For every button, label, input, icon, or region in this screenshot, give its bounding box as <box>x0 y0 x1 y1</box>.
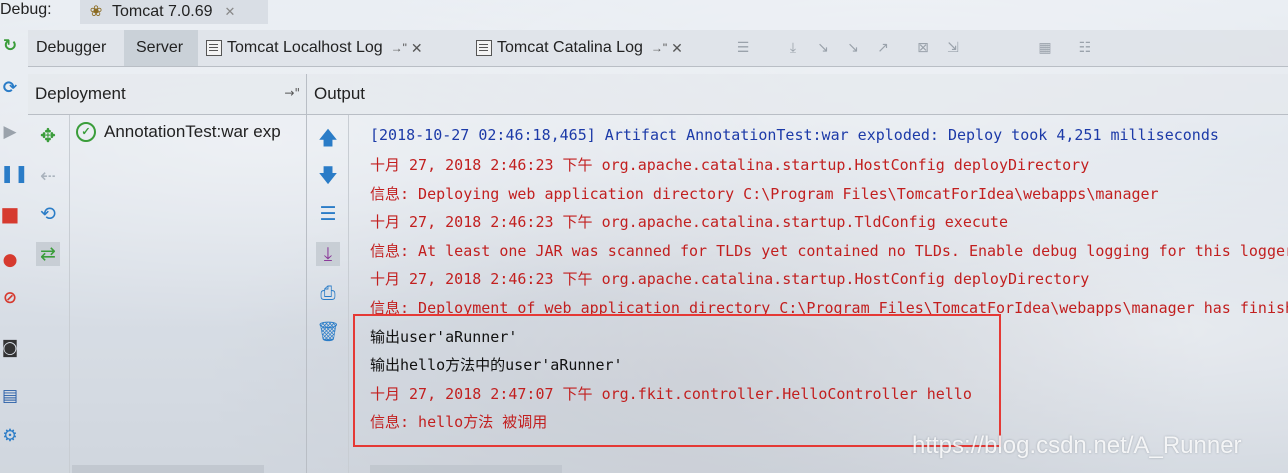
highlight-box <box>353 314 1001 447</box>
console-line: 信息: Deploying web application directory … <box>370 185 1159 203</box>
update-resources-icon[interactable]: ⟲ <box>36 202 60 226</box>
drop-frame-icon[interactable]: ⊠ <box>914 39 932 57</box>
pin-icon[interactable]: →" <box>651 41 667 55</box>
tab-debugger[interactable]: Debugger <box>28 30 130 66</box>
trace-icon[interactable]: ☷ <box>1076 39 1094 57</box>
close-icon[interactable]: ✕ <box>225 4 236 20</box>
artifact-deploy-icon[interactable]: ⇄ <box>36 242 60 266</box>
output-panel-header: Output <box>307 74 1288 115</box>
deployment-panel-header: Deployment →" <box>28 74 306 115</box>
pause-icon[interactable]: ❚❚ <box>0 164 29 184</box>
evaluate-expression-icon[interactable]: ▦ <box>1036 39 1054 57</box>
camera-icon[interactable]: ◙ <box>0 338 20 358</box>
settings-gear-icon[interactable]: ⚙ <box>0 426 20 446</box>
rerun-icon[interactable]: ↻ <box>0 36 20 56</box>
step-into-icon[interactable]: ↘ <box>814 39 832 57</box>
pin-icon[interactable]: →" <box>284 86 300 100</box>
debug-left-toolbar: ↻ ⟳ ▶ ❚❚ ■ ● ⊘ ◙ ▤ ⚙ <box>0 30 29 473</box>
tab-server[interactable]: Server <box>124 30 198 66</box>
close-icon[interactable]: ✕ <box>671 40 683 57</box>
print-icon[interactable]: ⎙ <box>316 281 340 305</box>
arrow-down-icon[interactable]: 🡇 <box>316 164 340 188</box>
close-icon[interactable]: ✕ <box>411 40 423 57</box>
output-title: Output <box>314 84 366 103</box>
debug-session-title: Tomcat 7.0.69 <box>112 3 213 20</box>
tab-label: Server <box>136 39 184 56</box>
check-circle-icon: ✓ <box>76 122 96 142</box>
soft-wrap-icon[interactable]: ☰ <box>316 202 340 226</box>
step-over-icon[interactable]: ⤓ <box>784 39 802 57</box>
debug-session-tab[interactable]: ❀ Tomcat 7.0.69 ✕ <box>80 0 268 24</box>
scroll-to-end-icon[interactable]: ⤓ <box>316 242 340 266</box>
run-to-cursor-icon[interactable]: ⇲ <box>944 39 962 57</box>
debug-titlebar: Debug: ❀ Tomcat 7.0.69 ✕ <box>0 0 1288 24</box>
pin-icon[interactable]: →" <box>391 41 407 55</box>
trash-icon[interactable]: 🗑 <box>316 320 340 344</box>
stop-icon[interactable]: ■ <box>0 204 20 224</box>
deploy-all-icon[interactable]: ✥ <box>36 124 60 148</box>
watermark-text: https://blog.csdn.net/A_Runner <box>912 432 1242 459</box>
console-line: [2018-10-27 02:46:18,465] Artifact Annot… <box>370 126 1219 144</box>
tomcat-icon: ❀ <box>89 3 103 20</box>
horizontal-scrollbar[interactable] <box>72 465 264 473</box>
mute-breakpoints-icon[interactable]: ⊘ <box>0 288 20 308</box>
server-tab-bar: Debugger Server Tomcat Localhost Log →" … <box>28 30 1288 67</box>
deployment-title: Deployment <box>35 84 126 103</box>
artifact-label: AnnotationTest:war exp <box>104 122 281 141</box>
console-line: 十月 27, 2018 2:46:23 下午 org.apache.catali… <box>370 156 1090 174</box>
console-line: 十月 27, 2018 2:46:23 下午 org.apache.catali… <box>370 213 1008 231</box>
log-file-icon <box>476 40 492 56</box>
layout-icon[interactable]: ▤ <box>0 386 20 406</box>
tab-tomcat-catalina-log[interactable]: Tomcat Catalina Log →" ✕ <box>476 30 720 66</box>
deployment-toolbar-divider <box>69 115 70 473</box>
view-breakpoints-icon[interactable]: ● <box>0 250 20 270</box>
deployment-artifact-item[interactable]: ✓ AnnotationTest:war exp <box>76 120 306 144</box>
tab-tomcat-localhost-log[interactable]: Tomcat Localhost Log →" ✕ <box>206 30 460 66</box>
force-step-into-icon[interactable]: ↘ <box>844 39 862 57</box>
console-line: 十月 27, 2018 2:46:23 下午 org.apache.catali… <box>370 270 1090 288</box>
debug-label: Debug: <box>0 1 52 18</box>
panel-divider[interactable] <box>306 74 307 473</box>
refresh-icon[interactable]: ⟳ <box>0 78 20 98</box>
console-line: 信息: At least one JAR was scanned for TLD… <box>370 242 1288 260</box>
tab-label: Tomcat Localhost Log <box>227 39 383 56</box>
undeploy-icon[interactable]: ⇠ <box>36 164 60 188</box>
horizontal-scrollbar[interactable] <box>370 465 562 473</box>
step-out-icon[interactable]: ↗ <box>874 39 892 57</box>
tab-label: Debugger <box>36 39 107 56</box>
resume-icon[interactable]: ▶ <box>0 122 20 142</box>
tab-label: Tomcat Catalina Log <box>497 39 643 56</box>
arrow-up-icon[interactable]: 🡅 <box>316 126 340 150</box>
show-execution-point-icon[interactable]: ☰ <box>734 39 752 57</box>
output-toolbar-divider <box>348 115 349 473</box>
log-file-icon <box>206 40 222 56</box>
